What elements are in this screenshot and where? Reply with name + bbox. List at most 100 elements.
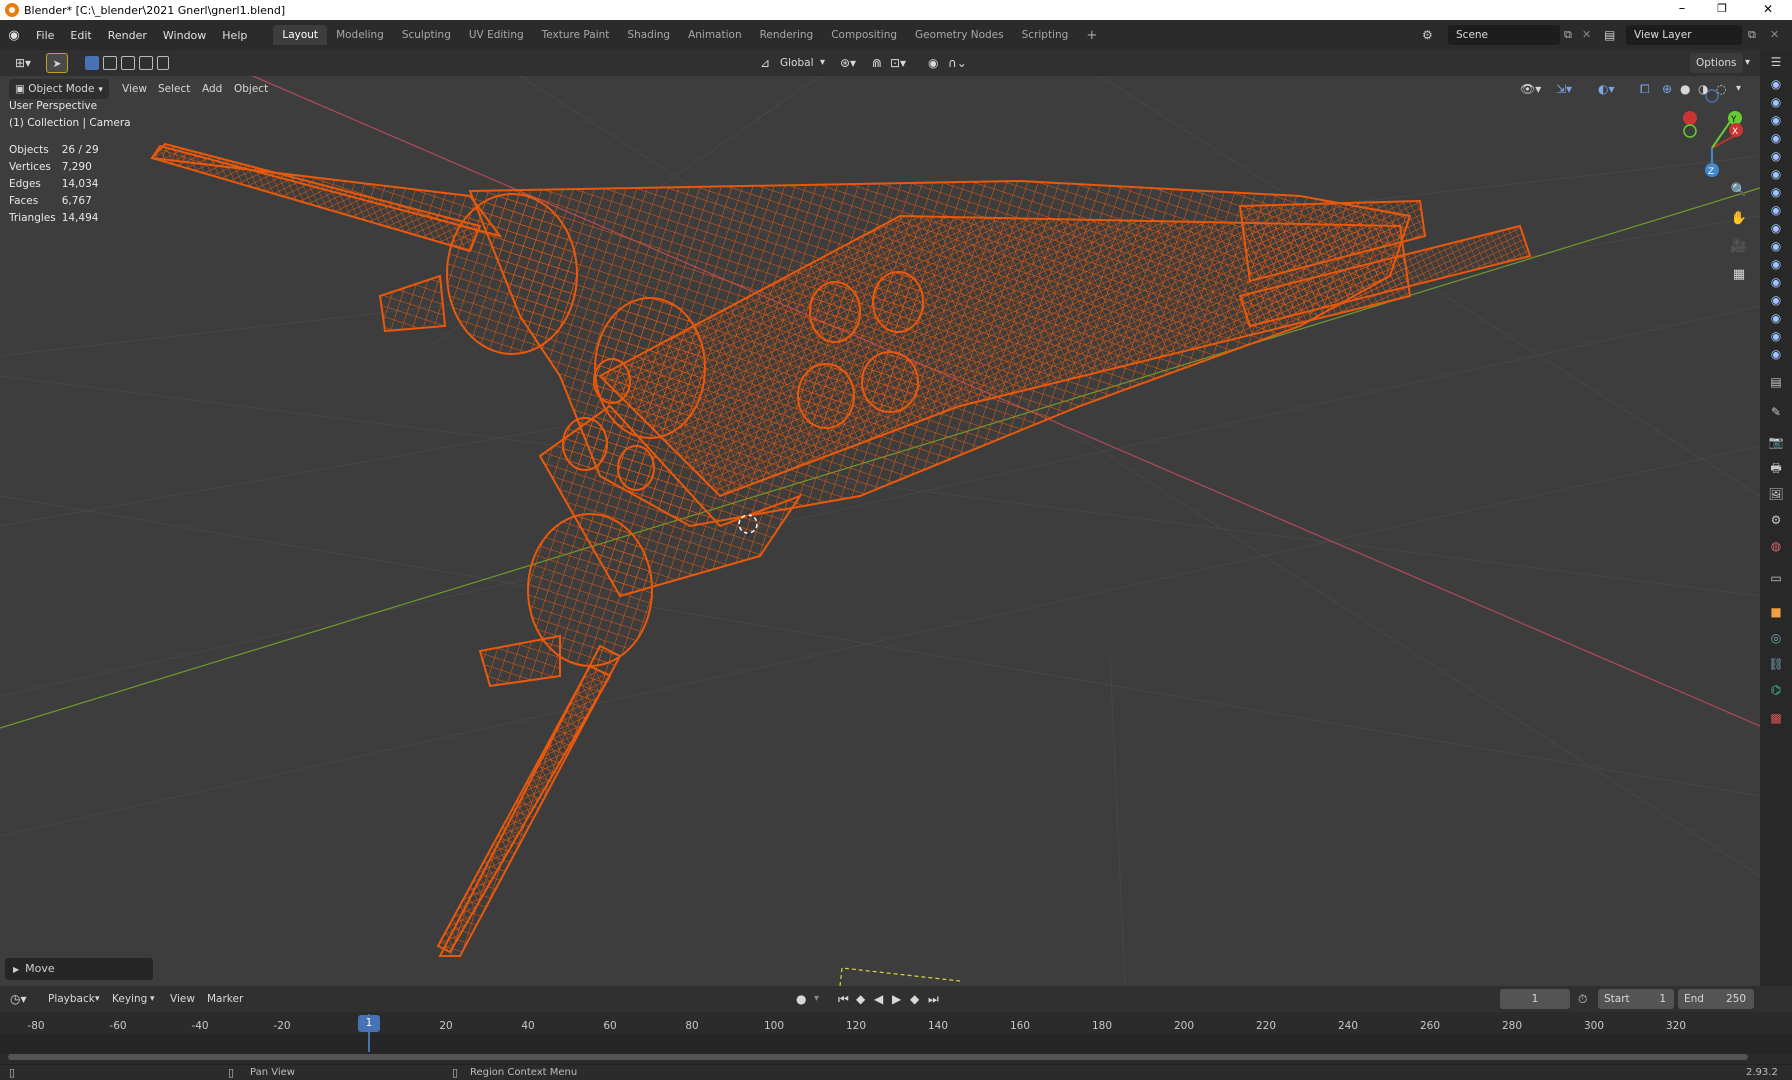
menu-file[interactable]: File xyxy=(28,29,62,42)
menu-view[interactable]: View xyxy=(122,79,147,99)
shading-options-chevron-icon[interactable]: ▾ xyxy=(1736,79,1741,99)
preview-range-icon[interactable]: ⏱ xyxy=(1578,989,1587,1009)
camera-restrict-icon[interactable]: ◉ xyxy=(1768,238,1784,254)
camera-restrict-icon[interactable]: ◉ xyxy=(1768,328,1784,344)
visibility-icon[interactable]: 👁▾ xyxy=(1520,79,1541,99)
timeline-editor-type-icon[interactable]: ◷▾ xyxy=(10,989,27,1009)
menu-render[interactable]: Render xyxy=(100,29,155,42)
render-properties-icon[interactable]: 📷 xyxy=(1768,434,1784,450)
minimize-button[interactable]: – xyxy=(1662,0,1702,20)
intersect-selection-icon[interactable] xyxy=(157,56,169,70)
extend-selection-icon[interactable] xyxy=(103,56,117,70)
playhead-frame-badge[interactable]: 1 xyxy=(358,1015,380,1032)
scene-icon[interactable]: ⚙ xyxy=(1422,25,1442,45)
menu-view[interactable]: View xyxy=(170,989,195,1009)
camera-restrict-icon[interactable]: ◉ xyxy=(1768,166,1784,182)
3d-viewport[interactable]: X Y Z ▣ Object Mode ▾ View Select Add Obj… xyxy=(0,76,1760,986)
camera-restrict-icon[interactable]: ◉ xyxy=(1768,130,1784,146)
remove-scene-icon[interactable]: ✕ xyxy=(1582,25,1591,45)
texture-properties-icon[interactable]: ▩ xyxy=(1768,710,1784,726)
menu-playback[interactable]: Playback xyxy=(48,989,95,1009)
play-reverse-icon[interactable]: ◀ xyxy=(874,989,883,1009)
camera-restrict-icon[interactable]: ◉ xyxy=(1768,256,1784,272)
blender-menu-icon[interactable]: ◉ xyxy=(0,28,28,43)
scene-field[interactable]: Scene xyxy=(1448,25,1560,45)
last-operator-panel[interactable]: ▶ Move xyxy=(5,958,153,980)
menu-edit[interactable]: Edit xyxy=(62,29,99,42)
current-frame-field[interactable]: 1 xyxy=(1500,989,1570,1009)
tab-layout[interactable]: Layout xyxy=(273,25,328,45)
start-frame-field[interactable]: Start 1 xyxy=(1598,989,1674,1009)
menu-help[interactable]: Help xyxy=(214,29,255,42)
collection-properties-icon[interactable]: ▭ xyxy=(1768,570,1784,586)
camera-restrict-icon[interactable]: ◉ xyxy=(1768,346,1784,362)
subtract-selection-icon[interactable] xyxy=(121,56,135,70)
scene-properties-icon[interactable]: ⚙ xyxy=(1768,512,1784,528)
rendered-shading-icon[interactable]: ◌ xyxy=(1716,79,1726,99)
menu-select[interactable]: Select xyxy=(158,79,190,99)
end-frame-field[interactable]: End 250 xyxy=(1678,989,1754,1009)
tab-rendering[interactable]: Rendering xyxy=(751,25,823,45)
camera-restrict-icon[interactable]: ◉ xyxy=(1768,274,1784,290)
tab-uv-editing[interactable]: UV Editing xyxy=(460,25,533,45)
menu-marker[interactable]: Marker xyxy=(207,989,243,1009)
pan-hand-icon[interactable]: ✋ xyxy=(1728,208,1750,230)
snap-icon[interactable]: ⋒ xyxy=(872,53,882,73)
properties-editor-icon[interactable]: ▤ xyxy=(1768,374,1784,390)
output-properties-icon[interactable]: 🖶 xyxy=(1768,460,1784,476)
camera-restrict-icon[interactable]: ◉ xyxy=(1768,94,1784,110)
proportional-edit-icon[interactable]: ◉ xyxy=(928,53,938,73)
tab-geometry-nodes[interactable]: Geometry Nodes xyxy=(906,25,1013,45)
tab-shading[interactable]: Shading xyxy=(618,25,679,45)
tab-scripting[interactable]: Scripting xyxy=(1013,25,1078,45)
new-scene-icon[interactable]: ⧉ xyxy=(1564,25,1572,45)
camera-restrict-icon[interactable]: ◉ xyxy=(1768,220,1784,236)
timeline-scrollbar[interactable] xyxy=(8,1054,1748,1060)
mode-dropdown[interactable]: ▣ Object Mode ▾ xyxy=(9,79,109,99)
overlay-toggle-icon[interactable]: ◐▾ xyxy=(1598,79,1615,99)
invert-selection-icon[interactable] xyxy=(139,56,153,70)
set-selection-icon[interactable] xyxy=(85,56,99,70)
jump-end-icon[interactable]: ⏭ xyxy=(928,989,939,1009)
constraint-properties-icon[interactable]: ⛓ xyxy=(1768,656,1784,672)
xray-icon[interactable]: ⧠ xyxy=(1640,79,1650,99)
restore-button[interactable]: ❐ xyxy=(1702,0,1742,20)
gizmo-toggle-icon[interactable]: ⇲▾ xyxy=(1556,79,1572,99)
camera-restrict-icon[interactable]: ◉ xyxy=(1768,310,1784,326)
tab-modeling[interactable]: Modeling xyxy=(327,25,393,45)
view-layer-properties-icon[interactable]: 🖼 xyxy=(1768,486,1784,502)
wireframe-shading-icon[interactable]: ⊕ xyxy=(1662,79,1672,99)
options-dropdown[interactable]: Options xyxy=(1690,53,1743,73)
menu-window[interactable]: Window xyxy=(155,29,214,42)
camera-restrict-icon[interactable]: ◉ xyxy=(1768,112,1784,128)
data-properties-icon[interactable]: ⌬ xyxy=(1768,682,1784,698)
camera-restrict-icon[interactable]: ◉ xyxy=(1768,202,1784,218)
menu-add[interactable]: Add xyxy=(202,79,222,99)
remove-view-layer-icon[interactable]: ✕ xyxy=(1770,25,1779,45)
solid-shading-icon[interactable]: ● xyxy=(1680,79,1690,99)
tab-animation[interactable]: Animation xyxy=(679,25,751,45)
keyframe-area[interactable] xyxy=(0,1034,1792,1054)
timeline[interactable]: ◷▾ Playback ▾ Keying ▾ View Marker ● ▾ ⏮… xyxy=(0,986,1792,1066)
snap-target-icon[interactable]: ⊡▾ xyxy=(890,53,906,73)
menu-object[interactable]: Object xyxy=(234,79,268,99)
close-button[interactable]: ✕ xyxy=(1748,0,1788,20)
physics-properties-icon[interactable]: ◎ xyxy=(1768,630,1784,646)
new-view-layer-icon[interactable]: ⧉ xyxy=(1748,25,1756,45)
camera-view-icon[interactable]: 🎥 xyxy=(1728,236,1750,258)
view-layer-field[interactable]: View Layer xyxy=(1626,25,1742,45)
material-shading-icon[interactable]: ◑ xyxy=(1698,79,1708,99)
camera-restrict-icon[interactable]: ◉ xyxy=(1768,184,1784,200)
auto-key-chevron-icon[interactable]: ▾ xyxy=(814,989,819,1009)
menu-keying[interactable]: Keying xyxy=(112,989,147,1009)
camera-restrict-icon[interactable]: ◉ xyxy=(1768,76,1784,92)
object-properties-icon[interactable]: ■ xyxy=(1768,604,1784,620)
camera-restrict-icon[interactable]: ◉ xyxy=(1768,292,1784,308)
pivot-point-icon[interactable]: ⊛▾ xyxy=(840,53,856,73)
add-workspace-button[interactable]: + xyxy=(1077,24,1106,47)
tab-sculpting[interactable]: Sculpting xyxy=(393,25,460,45)
play-icon[interactable]: ▶ xyxy=(892,989,901,1009)
tab-texture-paint[interactable]: Texture Paint xyxy=(533,25,619,45)
camera-restrict-icon[interactable]: ◉ xyxy=(1768,148,1784,164)
tool-properties-icon[interactable]: ✎ xyxy=(1768,404,1784,420)
